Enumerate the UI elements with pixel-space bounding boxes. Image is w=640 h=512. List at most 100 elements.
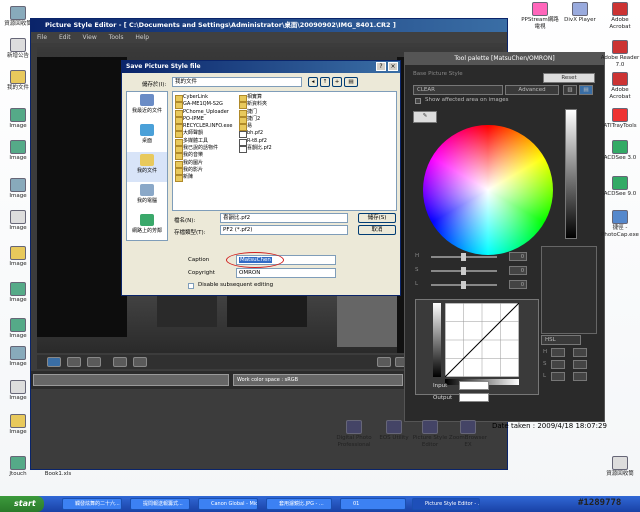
desktop-icon[interactable]: PPStream網路電視 bbox=[520, 2, 560, 31]
desktop-icon[interactable]: DivX Player bbox=[560, 2, 600, 24]
file-item[interactable]: 捷门2 bbox=[239, 116, 272, 125]
file-item[interactable]: 喜韻比.pf2 bbox=[239, 145, 272, 154]
compare-view-icon[interactable] bbox=[87, 357, 101, 367]
file-item[interactable]: R-t8.pf2 bbox=[239, 138, 272, 147]
file-item[interactable]: GA-ME1QM-S2G bbox=[175, 101, 232, 110]
zoom-icon[interactable] bbox=[377, 357, 391, 367]
start-button[interactable]: start bbox=[0, 496, 44, 512]
hsl-slider[interactable] bbox=[431, 253, 497, 261]
help-icon[interactable]: ? bbox=[376, 62, 386, 71]
desktop-icon[interactable]: Adobe Reader 7.0 bbox=[600, 40, 640, 69]
file-item[interactable]: bh.pf2 bbox=[239, 130, 272, 139]
menu-edit[interactable]: Edit bbox=[59, 34, 71, 41]
close-icon[interactable]: × bbox=[388, 62, 398, 71]
lookin-select[interactable]: 我的文件 bbox=[172, 77, 302, 87]
file-item[interactable]: 新資料夾 bbox=[239, 101, 272, 110]
hsl-slider[interactable] bbox=[431, 281, 497, 289]
menu-tools[interactable]: Tools bbox=[109, 34, 124, 41]
split-view-icon[interactable] bbox=[67, 357, 81, 367]
menu-view[interactable]: View bbox=[83, 34, 97, 41]
show-affected-checkbox[interactable] bbox=[415, 98, 421, 104]
palette-icon-1[interactable]: ▥ bbox=[563, 85, 577, 95]
place-recent[interactable]: 我最近的文件 bbox=[127, 92, 167, 122]
slider-knob[interactable] bbox=[461, 281, 466, 289]
desktop-icon[interactable]: Picture Style Editor bbox=[410, 420, 450, 449]
desktop-icon[interactable]: Adobe Acrobat bbox=[600, 72, 640, 101]
menu-file[interactable]: File bbox=[37, 34, 47, 41]
cancel-button[interactable]: 取消 bbox=[358, 225, 396, 235]
single-view-icon[interactable] bbox=[47, 357, 61, 367]
desktop-icon[interactable]: Adobe Acrobat bbox=[600, 2, 640, 31]
file-item[interactable]: 我的圖片 bbox=[175, 160, 232, 169]
file-item[interactable]: PChome_Uploader bbox=[175, 109, 232, 117]
file-item[interactable]: 新陳 bbox=[175, 174, 232, 183]
tone-curve-graph[interactable] bbox=[445, 303, 519, 377]
rotate-right-icon[interactable] bbox=[133, 357, 147, 367]
file-item[interactable]: 易 bbox=[239, 123, 272, 132]
view-menu-icon[interactable]: ▤ bbox=[344, 77, 358, 87]
hsl-slider[interactable] bbox=[431, 267, 497, 275]
taskbar-item[interactable]: 套用濾鏡比.JPG - ... bbox=[266, 498, 332, 510]
app-icon bbox=[346, 420, 362, 434]
back-icon[interactable]: ◂ bbox=[308, 77, 318, 87]
desktop-icon[interactable]: 資源回收筒 bbox=[600, 456, 640, 478]
new-folder-icon[interactable]: + bbox=[332, 77, 342, 87]
slider-knob[interactable] bbox=[461, 253, 466, 261]
rotate-left-icon[interactable] bbox=[113, 357, 127, 367]
eyedropper-icon[interactable]: ✎ bbox=[413, 111, 437, 123]
luminance-bar[interactable] bbox=[565, 109, 577, 239]
hsl-select[interactable]: HSL bbox=[541, 335, 581, 345]
slider-value[interactable]: 0 bbox=[509, 252, 527, 261]
slider-value[interactable]: 0 bbox=[509, 266, 527, 275]
desktop-icon[interactable]: ATITrayTools bbox=[600, 108, 640, 130]
taskbar-item[interactable]: Picture Style Editor - ... bbox=[412, 498, 480, 510]
hsl-from-field[interactable] bbox=[551, 372, 565, 381]
slider-label: H bbox=[415, 253, 420, 259]
file-item[interactable]: 捷门 bbox=[239, 109, 272, 117]
hsl-from-field[interactable] bbox=[551, 360, 565, 369]
file-item[interactable]: CyberLink bbox=[175, 94, 232, 103]
desktop-icon[interactable]: ZoomBrowser EX bbox=[448, 420, 488, 449]
slider-value[interactable]: 0 bbox=[509, 280, 527, 289]
desktop-icon[interactable]: Digital Photo Professional bbox=[334, 420, 374, 449]
hsl-from-field[interactable] bbox=[551, 348, 565, 357]
desktop-icon[interactable]: EOS Utility bbox=[374, 420, 414, 442]
place-desktop[interactable]: 桌面 bbox=[127, 122, 167, 152]
save-button[interactable]: 儲存(S) bbox=[358, 213, 396, 223]
palette-icon-2[interactable]: ▤ bbox=[579, 85, 593, 95]
place-mycomputer[interactable]: 我的電腦 bbox=[127, 182, 167, 212]
hsl-to-field[interactable] bbox=[573, 372, 587, 381]
date-taken: Date taken : 2009/4/18 18:07:29 bbox=[492, 422, 607, 430]
image-icon bbox=[10, 282, 26, 296]
desktop-icon[interactable]: ACDSee 9.0 bbox=[600, 176, 640, 198]
taskbar-item[interactable]: 觸發炫舞的二十六... bbox=[62, 498, 122, 510]
menu-help[interactable]: Help bbox=[135, 34, 149, 41]
input-field[interactable] bbox=[459, 381, 489, 390]
taskbar-item[interactable]: Canon Global - Micro... bbox=[198, 498, 258, 510]
desktop-icon[interactable]: 捷徑 - PhotoCap.exe bbox=[600, 210, 640, 239]
place-mydocs[interactable]: 我的文件 bbox=[127, 152, 167, 182]
hsl-label: S bbox=[543, 361, 547, 367]
file-list[interactable]: CyberLink GA-ME1QM-S2G PChome_Uploader PO-I… bbox=[172, 91, 397, 211]
slider-knob[interactable] bbox=[461, 267, 466, 275]
preset-select[interactable]: CLEAR bbox=[413, 85, 503, 95]
hsl-to-field[interactable] bbox=[573, 360, 587, 369]
copyright-input[interactable]: OMRON bbox=[236, 268, 336, 278]
output-field[interactable] bbox=[459, 393, 489, 402]
file-item[interactable]: PO-IPME bbox=[175, 116, 232, 125]
disable-checkbox[interactable] bbox=[188, 283, 194, 289]
desktop-icon[interactable]: ACDSee 3.0 bbox=[600, 140, 640, 162]
filename-input[interactable]: 喜韻比.pf2 bbox=[220, 213, 348, 223]
color-wheel[interactable] bbox=[423, 125, 553, 255]
reset-button[interactable]: Reset bbox=[543, 73, 595, 83]
up-folder-icon[interactable]: ↑ bbox=[320, 77, 330, 87]
filetype-select[interactable]: PF2 (*.pf2) bbox=[220, 225, 348, 235]
file-item[interactable]: 大師聲韻 bbox=[175, 130, 232, 139]
file-item[interactable]: 我的音樂 bbox=[175, 152, 232, 161]
taskbar-item[interactable]: 提問報送報籌式... bbox=[130, 498, 190, 510]
place-network[interactable]: 網路上的芳鄰 bbox=[127, 212, 167, 242]
hsl-to-field[interactable] bbox=[573, 348, 587, 357]
advanced-button[interactable]: Advanced bbox=[505, 85, 559, 95]
file-item[interactable]: 多媒體工具 bbox=[175, 138, 232, 147]
taskbar-item[interactable]: 01 bbox=[340, 498, 406, 510]
